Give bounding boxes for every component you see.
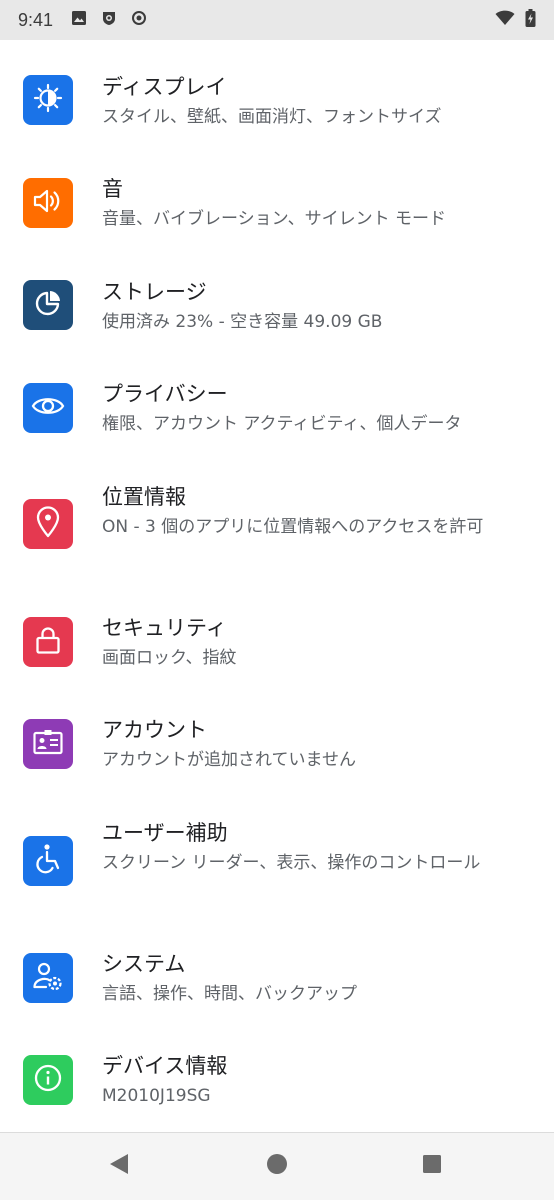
- info-icon: [33, 1063, 63, 1097]
- settings-item-text: デバイス情報 M2010J19SG: [102, 1052, 532, 1111]
- settings-item-subtitle: ON - 3 個のアプリに位置情報へのアクセスを許可: [102, 517, 484, 537]
- status-time: 9:41: [18, 9, 54, 30]
- settings-item-text: システム 言語、操作、時間、バックアップ: [102, 950, 532, 1009]
- recents-icon: [421, 1153, 443, 1179]
- settings-item-location[interactable]: 位置情報 ON - 3 個のアプリに位置情報へのアクセスを許可: [0, 473, 554, 593]
- navigation-bar: [0, 1133, 554, 1200]
- settings-item-subtitle: 音量、バイブレーション、サイレント モード: [102, 209, 447, 229]
- account-card-icon: [32, 728, 64, 760]
- home-icon: [266, 1153, 288, 1179]
- location-pin-icon-tile: [23, 499, 73, 549]
- settings-item-title: ディスプレイ: [102, 75, 227, 99]
- settings-item-title: アカウント: [102, 718, 207, 742]
- settings-item-subtitle: アカウントが追加されていません: [102, 750, 356, 770]
- battery-charging-icon: [525, 9, 536, 31]
- volume-icon: [32, 186, 64, 220]
- storage-pie-icon: [33, 288, 63, 322]
- settings-item-about-device[interactable]: デバイス情報 M2010J19SG: [0, 1042, 554, 1132]
- settings-item-subtitle: M2010J19SG: [102, 1086, 211, 1106]
- settings-item-text: 音 音量、バイブレーション、サイレント モード: [102, 175, 532, 234]
- settings-item-title: 位置情報: [102, 485, 186, 509]
- settings-item-title: デバイス情報: [102, 1054, 228, 1078]
- settings-item-title: セキュリティ: [102, 616, 227, 640]
- settings-item-subtitle: 画面ロック、指紋: [102, 648, 237, 668]
- settings-item-subtitle: 使用済み 23% - 空き容量 49.09 GB: [102, 312, 383, 332]
- lock-icon: [34, 625, 62, 659]
- settings-item-text: ディスプレイ スタイル、壁紙、画面消灯、フォントサイズ: [102, 73, 532, 132]
- settings-item-title: 音: [102, 177, 123, 201]
- location-pin-icon: [35, 506, 61, 542]
- system-user-gear-icon: [32, 960, 64, 996]
- status-notification-icons: [71, 10, 147, 30]
- settings-item-accounts[interactable]: アカウント アカウントが追加されていません: [0, 706, 554, 796]
- settings-item-text: 位置情報 ON - 3 個のアプリに位置情報へのアクセスを許可: [102, 483, 532, 542]
- shield-app-icon: [101, 10, 117, 30]
- settings-item-title: ユーザー補助: [102, 821, 228, 845]
- system-user-gear-icon-tile: [23, 953, 73, 1003]
- display-brightness-icon-tile: [23, 75, 73, 125]
- settings-item-display[interactable]: ディスプレイ スタイル、壁紙、画面消灯、フォントサイズ: [0, 63, 554, 153]
- status-bar: 9:41: [0, 0, 554, 40]
- account-card-icon-tile: [23, 719, 73, 769]
- display-brightness-icon: [33, 83, 63, 117]
- info-icon-tile: [23, 1055, 73, 1105]
- settings-item-subtitle: 言語、操作、時間、バックアップ: [102, 984, 357, 1004]
- settings-item-text: セキュリティ 画面ロック、指紋: [102, 614, 532, 673]
- status-system-icons: [495, 9, 536, 31]
- settings-item-accessibility[interactable]: ユーザー補助 スクリーン リーダー、表示、操作のコントロール: [0, 809, 554, 929]
- accessibility-icon: [33, 843, 63, 879]
- volume-icon-tile: [23, 178, 73, 228]
- privacy-eye-icon-tile: [23, 383, 73, 433]
- back-button[interactable]: [105, 1152, 133, 1180]
- settings-item-text: ユーザー補助 スクリーン リーダー、表示、操作のコントロール: [102, 819, 532, 878]
- settings-item-storage[interactable]: ストレージ 使用済み 23% - 空き容量 49.09 GB: [0, 268, 554, 358]
- settings-item-title: プライバシー: [102, 382, 228, 406]
- home-button[interactable]: [263, 1152, 291, 1180]
- settings-item-subtitle: スクリーン リーダー、表示、操作のコントロール: [102, 853, 481, 873]
- wifi-icon: [495, 10, 515, 30]
- settings-item-system[interactable]: システム 言語、操作、時間、バックアップ: [0, 940, 554, 1030]
- image-icon: [71, 10, 87, 30]
- settings-item-security[interactable]: セキュリティ 画面ロック、指紋: [0, 604, 554, 694]
- lock-icon-tile: [23, 617, 73, 667]
- record-icon: [131, 10, 147, 30]
- settings-item-subtitle: スタイル、壁紙、画面消灯、フォントサイズ: [102, 107, 442, 127]
- settings-item-privacy[interactable]: プライバシー 権限、アカウント アクティビティ、個人データ: [0, 370, 554, 460]
- privacy-eye-icon: [31, 394, 65, 422]
- settings-item-text: ストレージ 使用済み 23% - 空き容量 49.09 GB: [102, 278, 532, 337]
- settings-item-text: プライバシー 権限、アカウント アクティビティ、個人データ: [102, 380, 532, 439]
- recents-button[interactable]: [418, 1152, 446, 1180]
- settings-item-subtitle: 権限、アカウント アクティビティ、個人データ: [102, 414, 462, 434]
- back-icon: [107, 1152, 131, 1180]
- settings-item-text: アカウント アカウントが追加されていません: [102, 716, 532, 775]
- storage-pie-icon-tile: [23, 280, 73, 330]
- settings-item-title: ストレージ: [102, 280, 207, 304]
- settings-item-sound[interactable]: 音 音量、バイブレーション、サイレント モード: [0, 165, 554, 255]
- accessibility-icon-tile: [23, 836, 73, 886]
- settings-item-title: システム: [102, 952, 186, 976]
